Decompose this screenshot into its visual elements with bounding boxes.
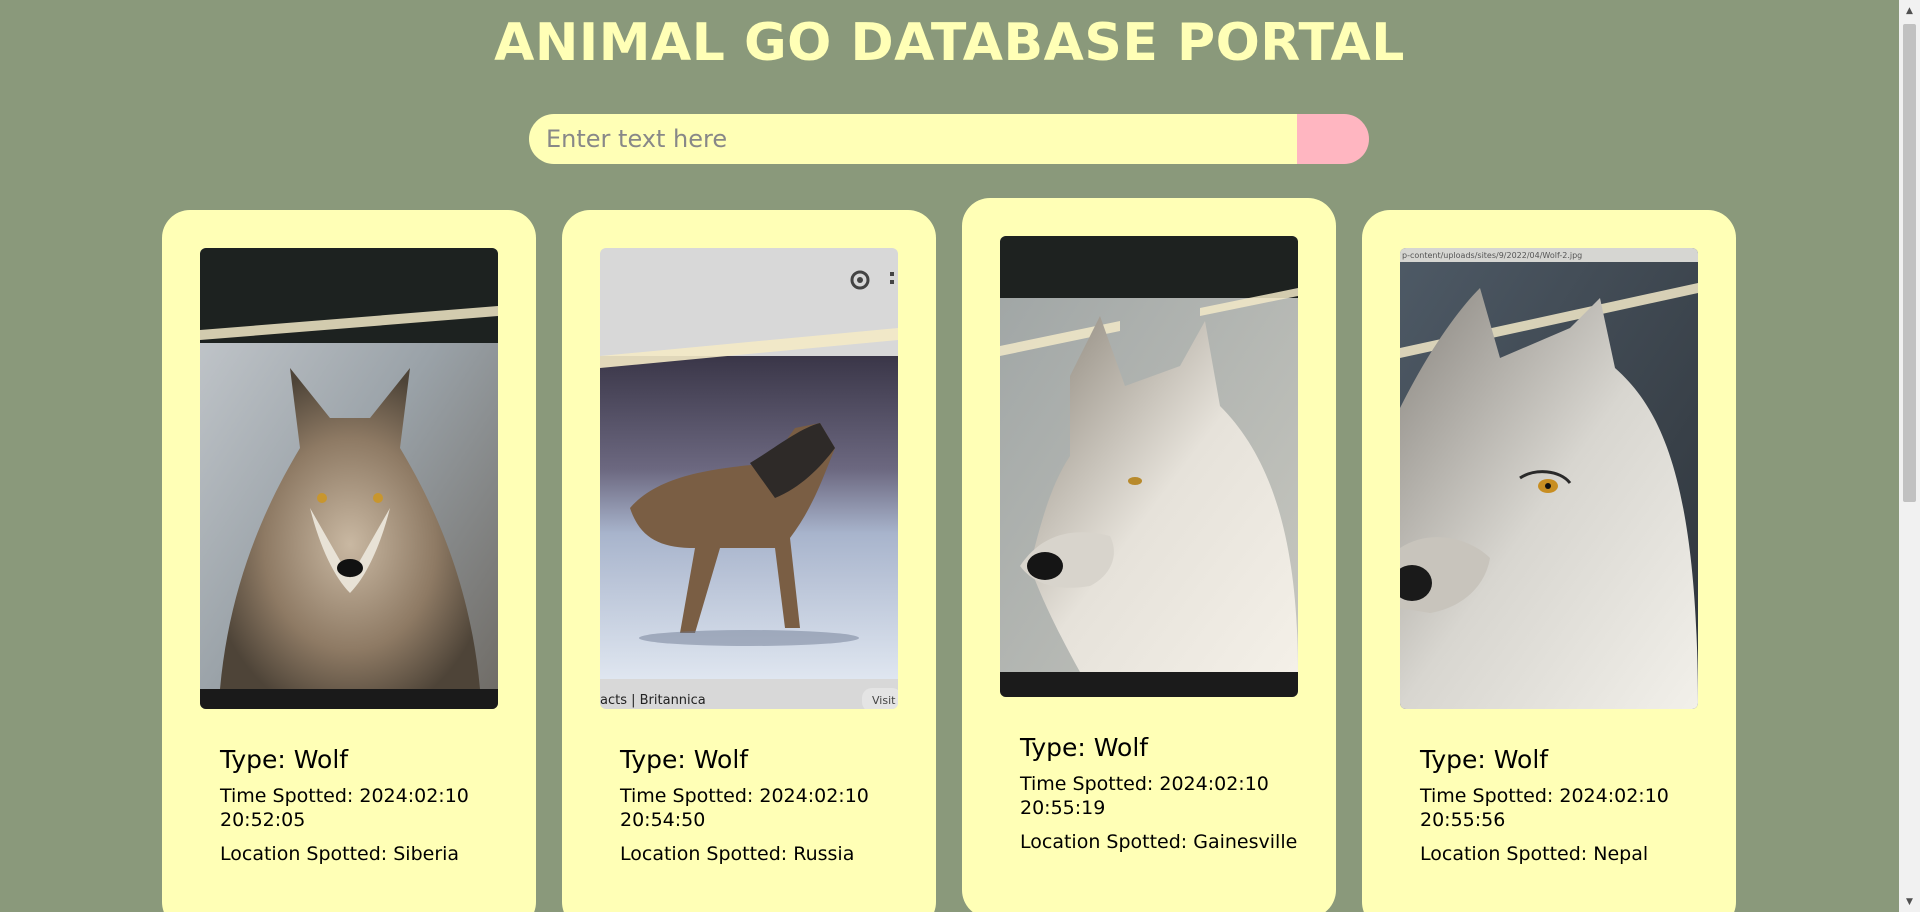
location-spotted: Location Spotted: Russia [620, 843, 855, 865]
photo-caption: acts | Britannica [600, 693, 706, 708]
time-spotted: Time Spotted: 2024:02:10 20:55:56 [1420, 785, 1669, 831]
animal-photo: p-content/uploads/sites/9/2022/04/Wolf-2… [1400, 248, 1698, 709]
animal-info: Type: Wolf Time Spotted: 2024:02:10 20:5… [1420, 744, 1700, 876]
location-spotted: Location Spotted: Siberia [220, 843, 460, 865]
page: ANIMAL GO DATABASE PORTAL Enter text her… [0, 0, 1899, 912]
location-spotted: Location Spotted: Gainesville [1020, 831, 1298, 853]
time-spotted: Time Spotted: 2024:02:10 20:52:05 [220, 785, 469, 831]
photo-url-caption: p-content/uploads/sites/9/2022/04/Wolf-2… [1402, 251, 1582, 260]
photo-visit-label: Visit [872, 694, 896, 707]
animal-type: Type: Wolf [220, 745, 349, 774]
animal-card-4: p-content/uploads/sites/9/2022/04/Wolf-2… [1362, 210, 1736, 912]
animal-type: Type: Wolf [1020, 733, 1149, 762]
wolf-photo-1 [200, 248, 498, 709]
time-spotted: Time Spotted: 2024:02:10 20:55:19 [1020, 773, 1269, 819]
scroll-up-arrow-icon[interactable]: ▲ [1899, 2, 1920, 19]
time-spotted: Time Spotted: 2024:02:10 20:54:50 [620, 785, 869, 831]
wolf-photo-3 [1000, 236, 1298, 697]
animal-photo [200, 248, 498, 709]
animal-photo: acts | Britannica Visit [600, 248, 898, 709]
wolf-photo-4: p-content/uploads/sites/9/2022/04/Wolf-2… [1400, 248, 1698, 709]
animal-photo [1000, 236, 1298, 697]
animal-type: Type: Wolf [620, 745, 749, 774]
search-bar [529, 114, 1369, 164]
animal-info: Type: Wolf Time Spotted: 2024:02:10 20:5… [220, 744, 500, 876]
wolf-photo-2: acts | Britannica Visit [600, 248, 898, 709]
location-spotted: Location Spotted: Nepal [1420, 843, 1649, 865]
animal-card-2: acts | Britannica Visit Type: Wolf Time … [562, 210, 936, 912]
page-title: ANIMAL GO DATABASE PORTAL [494, 13, 1405, 73]
animal-card-3: Type: Wolf Time Spotted: 2024:02:10 20:5… [962, 198, 1336, 912]
search-button[interactable] [1297, 114, 1369, 164]
animal-info: Type: Wolf Time Spotted: 2024:02:10 20:5… [1020, 732, 1300, 864]
animal-card-1: Type: Wolf Time Spotted: 2024:02:10 20:5… [162, 210, 536, 912]
search-input[interactable] [529, 114, 1297, 164]
scrollbar-thumb[interactable] [1903, 24, 1916, 502]
animal-info: Type: Wolf Time Spotted: 2024:02:10 20:5… [620, 744, 900, 876]
animal-type: Type: Wolf [1420, 745, 1549, 774]
scroll-down-arrow-icon[interactable]: ▼ [1899, 893, 1920, 910]
